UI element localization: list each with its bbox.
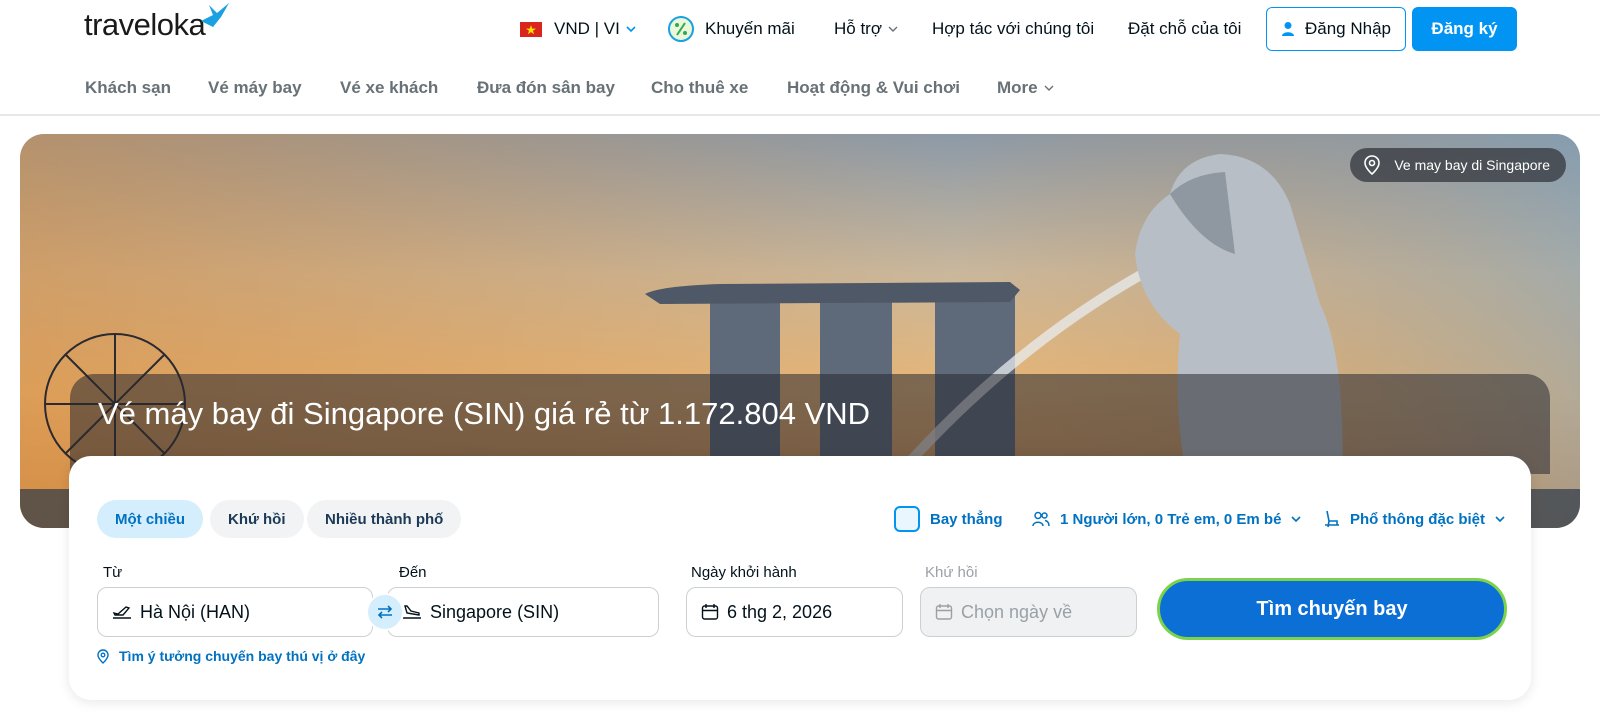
tab-multi-city[interactable]: Nhiều thành phố bbox=[307, 500, 462, 538]
user-icon bbox=[1281, 22, 1294, 36]
flight-ideas-link[interactable]: Tìm ý tưởng chuyến bay thú vị ở đây bbox=[97, 648, 365, 664]
cabin-class-label: Phổ thông đặc biệt bbox=[1350, 510, 1485, 528]
map-pin-icon bbox=[1364, 155, 1381, 175]
chevron-down-icon bbox=[626, 26, 636, 33]
vietnam-flag-icon bbox=[520, 21, 542, 37]
partner-label: Hợp tác với chúng tôi bbox=[932, 19, 1095, 38]
partner-link[interactable]: Hợp tác với chúng tôi bbox=[932, 7, 1094, 51]
destination-value: Singapore (SIN) bbox=[430, 601, 560, 622]
direct-flight-label: Bay thẳng bbox=[930, 510, 1003, 528]
promotions-label: Khuyến mãi bbox=[705, 19, 795, 38]
bird-logo-icon bbox=[201, 3, 230, 27]
destination-field[interactable]: Singapore (SIN) bbox=[387, 587, 659, 637]
depart-date-field[interactable]: 6 thg 2, 2026 bbox=[686, 587, 903, 637]
passenger-selector[interactable]: 1 Người lớn, 0 Trẻ em, 0 Em bé bbox=[1032, 500, 1302, 538]
currency-language-selector[interactable]: VND | VI bbox=[520, 7, 636, 51]
swap-button[interactable] bbox=[366, 593, 404, 631]
return-label: Khứ hồi bbox=[925, 564, 978, 581]
top-header: traveloka VND | VI Khuyến mãi Hỗ trợ Hợp… bbox=[0, 0, 1600, 58]
location-badge-label: Ve may bay di Singapore bbox=[1394, 157, 1550, 173]
users-icon bbox=[1032, 511, 1050, 527]
passenger-label: 1 Người lớn, 0 Trẻ em, 0 Em bé bbox=[1060, 510, 1282, 528]
takeoff-icon bbox=[112, 606, 131, 619]
tab-one-way-label: Một chiều bbox=[115, 510, 185, 528]
discount-icon bbox=[668, 16, 694, 42]
depart-label: Ngày khởi hành bbox=[691, 564, 797, 581]
logo-text: traveloka bbox=[84, 7, 206, 42]
direct-flight-checkbox[interactable] bbox=[894, 506, 920, 532]
product-nav: Khách sạn Vé máy bay Vé xe khách Đưa đón… bbox=[0, 58, 1600, 116]
subnav-item-more[interactable]: More bbox=[997, 78, 1054, 98]
chevron-down-icon bbox=[1291, 516, 1302, 523]
tab-multi-city-label: Nhiều thành phố bbox=[325, 510, 444, 528]
origin-field[interactable]: Hà Nội (HAN) bbox=[97, 587, 373, 637]
currency-language-label: VND | VI bbox=[554, 19, 620, 38]
direct-flight-toggle[interactable]: Bay thẳng bbox=[894, 500, 1003, 538]
to-label: Đến bbox=[399, 564, 427, 581]
seat-icon bbox=[1325, 510, 1339, 528]
chevron-down-icon bbox=[1495, 516, 1505, 523]
tab-round-trip[interactable]: Khứ hồi bbox=[210, 500, 304, 538]
signup-label: Đăng ký bbox=[1431, 19, 1498, 38]
subnav-item-flights[interactable]: Vé máy bay bbox=[208, 78, 302, 98]
swap-icon bbox=[377, 605, 393, 619]
login-label: Đăng Nhập bbox=[1304, 19, 1391, 38]
from-label: Từ bbox=[103, 564, 123, 581]
login-button[interactable]: Đăng Nhập bbox=[1266, 7, 1406, 51]
my-bookings-label: Đặt chỗ của tôi bbox=[1128, 19, 1242, 38]
cabin-class-selector[interactable]: Phổ thông đặc biệt bbox=[1324, 500, 1505, 538]
return-date-field[interactable]: Chọn ngày về bbox=[920, 587, 1137, 637]
landing-icon bbox=[403, 605, 421, 619]
search-flights-label: Tìm chuyến bay bbox=[1256, 597, 1408, 620]
promotions-link[interactable]: Khuyến mãi bbox=[667, 7, 795, 51]
signup-button[interactable]: Đăng ký bbox=[1412, 7, 1517, 51]
my-bookings-link[interactable]: Đặt chỗ của tôi bbox=[1128, 7, 1241, 51]
chevron-down-icon bbox=[1044, 85, 1054, 91]
calendar-icon bbox=[701, 604, 719, 620]
flight-ideas-label: Tìm ý tưởng chuyến bay thú vị ở đây bbox=[119, 648, 366, 664]
tab-one-way[interactable]: Một chiều bbox=[97, 500, 203, 538]
support-label: Hỗ trợ bbox=[834, 19, 882, 38]
subnav-item-bus[interactable]: Vé xe khách bbox=[340, 78, 438, 98]
page-title: Vé máy bay đi Singapore (SIN) giá rẻ từ … bbox=[98, 396, 871, 431]
more-label: More bbox=[997, 78, 1038, 97]
flight-search-card: Một chiều Khứ hồi Nhiều thành phố Bay th… bbox=[69, 456, 1531, 700]
origin-value: Hà Nội (HAN) bbox=[140, 601, 251, 622]
support-menu[interactable]: Hỗ trợ bbox=[834, 7, 898, 51]
subnav-item-hotels[interactable]: Khách sạn bbox=[85, 78, 171, 98]
return-date-placeholder: Chọn ngày về bbox=[961, 601, 1073, 622]
chevron-down-icon bbox=[888, 26, 898, 32]
subnav-item-car-rental[interactable]: Cho thuê xe bbox=[651, 78, 748, 98]
subnav-item-activities[interactable]: Hoạt động & Vui chơi bbox=[787, 78, 960, 98]
map-pin-icon bbox=[97, 648, 109, 664]
subnav-item-airport-transfer[interactable]: Đưa đón sân bay bbox=[477, 78, 615, 98]
tab-round-trip-label: Khứ hồi bbox=[228, 510, 286, 528]
traveloka-logo[interactable]: traveloka bbox=[84, 3, 233, 45]
depart-date-value: 6 thg 2, 2026 bbox=[727, 601, 833, 622]
calendar-icon bbox=[935, 604, 953, 620]
location-badge[interactable]: Ve may bay di Singapore bbox=[1350, 148, 1566, 182]
search-flights-button[interactable]: Tìm chuyến bay bbox=[1157, 578, 1507, 640]
